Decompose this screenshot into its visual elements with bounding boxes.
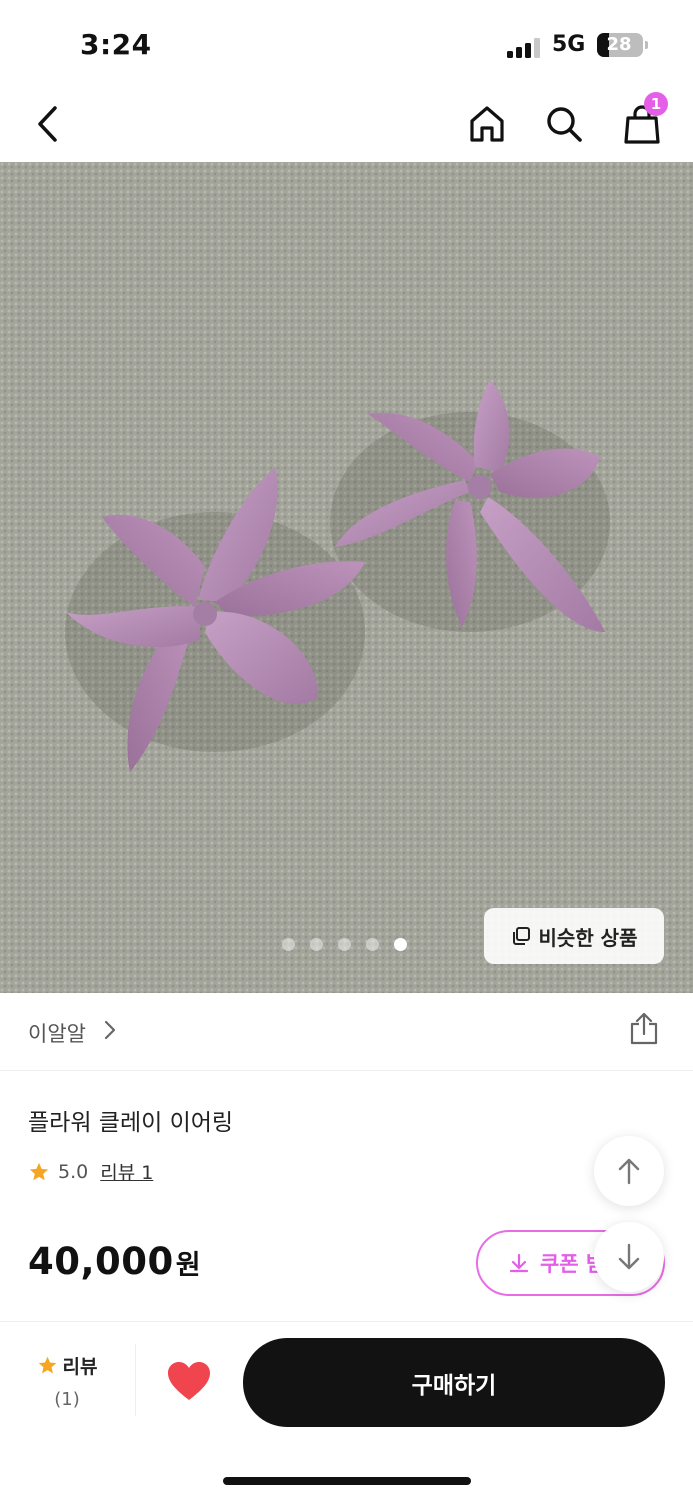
- product-price: 40,000: [28, 1240, 174, 1283]
- scroll-down-button[interactable]: [594, 1222, 664, 1292]
- scroll-up-button[interactable]: [594, 1136, 664, 1206]
- carousel-dot-active[interactable]: [394, 938, 407, 951]
- divider: [135, 1344, 136, 1416]
- rating-value: 5.0: [58, 1160, 89, 1183]
- rating-row: 5.0 리뷰 1: [28, 1158, 153, 1185]
- chevron-right-icon: [104, 1020, 116, 1040]
- share-icon: [630, 1012, 658, 1045]
- seller-row: 이알알: [0, 993, 693, 1071]
- review-count-link[interactable]: 리뷰 1: [100, 1158, 153, 1185]
- copy-icon: [512, 927, 530, 945]
- network-label: 5G: [552, 32, 586, 57]
- product-image-carousel[interactable]: 비슷한 상품: [0, 162, 693, 993]
- arrow-down-icon: [618, 1243, 640, 1270]
- product-photo: [65, 380, 610, 772]
- review-label: 리뷰: [62, 1356, 98, 1378]
- chevron-left-icon: [38, 106, 57, 142]
- star-icon: [38, 1356, 56, 1374]
- battery-icon: 28: [597, 33, 648, 57]
- status-bar: 3:24 5G 28: [0, 0, 693, 90]
- search-button[interactable]: [538, 98, 590, 150]
- seller-name-link[interactable]: 이알알: [28, 1018, 86, 1048]
- home-button[interactable]: [461, 98, 513, 150]
- star-icon: [29, 1162, 49, 1180]
- carousel-indicator[interactable]: [282, 938, 407, 951]
- cart-count-badge: 1: [644, 92, 668, 116]
- review-count: (1): [54, 1389, 80, 1410]
- status-time: 3:24: [80, 28, 152, 61]
- similar-products-button[interactable]: 비슷한 상품: [484, 908, 664, 964]
- carousel-dot[interactable]: [310, 938, 323, 951]
- heart-icon: [168, 1362, 210, 1400]
- carousel-dot[interactable]: [338, 938, 351, 951]
- download-icon: [509, 1253, 529, 1273]
- bottom-action-bar: 리뷰 (1) 구매하기: [0, 1321, 693, 1500]
- back-button[interactable]: [22, 98, 74, 150]
- nav-bar: 1: [0, 90, 693, 162]
- cart-button[interactable]: 1: [616, 92, 668, 150]
- like-button[interactable]: [166, 1360, 212, 1402]
- search-icon: [547, 107, 582, 142]
- product-title: 플라워 클레이 이어링: [28, 1110, 234, 1136]
- arrow-up-icon: [618, 1158, 640, 1185]
- battery-percent: 28: [606, 34, 632, 55]
- price-row: 40,000 원: [28, 1240, 201, 1283]
- carousel-dot[interactable]: [282, 938, 295, 951]
- home-icon: [470, 106, 504, 142]
- carousel-dot[interactable]: [366, 938, 379, 951]
- buy-button[interactable]: 구매하기: [243, 1338, 665, 1427]
- home-indicator: [223, 1477, 471, 1485]
- review-summary-button[interactable]: 리뷰 (1): [30, 1352, 104, 1410]
- similar-products-label: 비슷한 상품: [538, 925, 638, 950]
- share-button[interactable]: [624, 1009, 664, 1049]
- signal-icon: [507, 38, 541, 58]
- price-currency: 원: [175, 1250, 201, 1281]
